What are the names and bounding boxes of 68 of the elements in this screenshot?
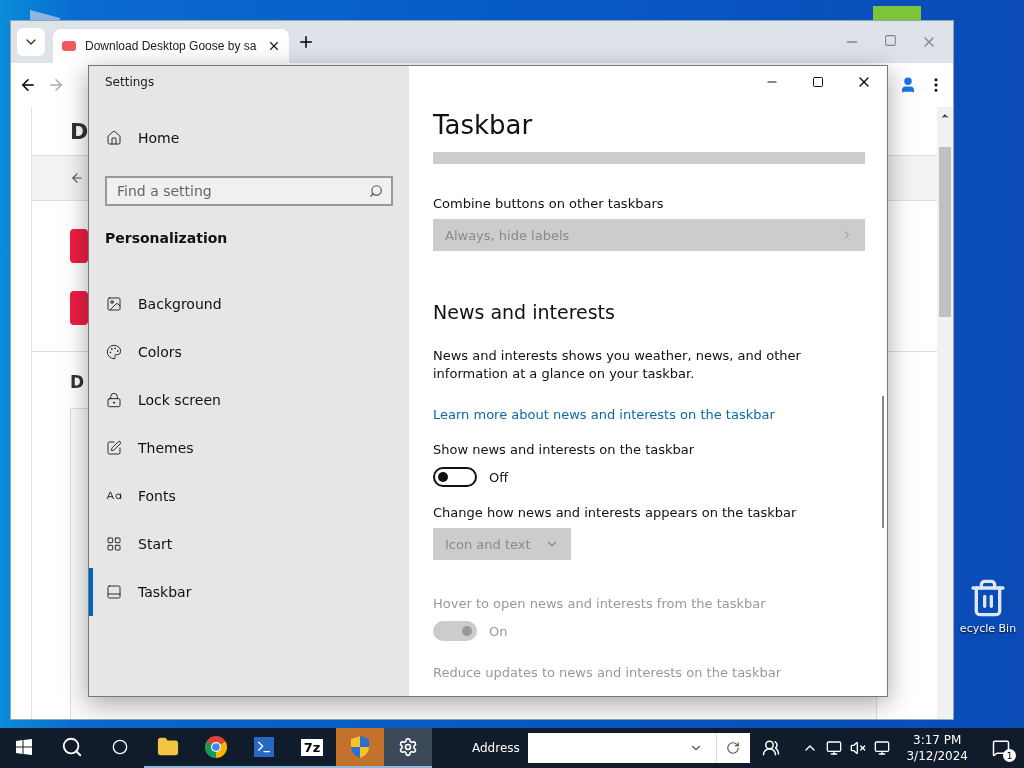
profile-icon[interactable] — [899, 76, 917, 94]
pen-icon — [106, 440, 122, 456]
home-item[interactable]: Home — [89, 114, 393, 162]
search-field[interactable]: Find a setting — [105, 176, 393, 206]
setting-label: Combine buttons on other taskbars — [433, 196, 665, 211]
section-heading: News and interests — [433, 301, 616, 323]
learn-more-link[interactable]: Learn more about news and interests on the taskbar — [433, 407, 775, 422]
scrollbar[interactable] — [882, 396, 884, 528]
settings-icon — [398, 737, 418, 757]
shield-icon — [349, 735, 371, 759]
page-heading: D — [70, 117, 89, 146]
palette-icon — [106, 344, 122, 360]
new-tab-icon[interactable] — [297, 33, 315, 51]
refresh-icon — [726, 741, 741, 755]
toggle-switch[interactable] — [433, 467, 477, 487]
scroll-thumb[interactable] — [939, 147, 951, 317]
setting-label: Reduce updates to news and interests on the taskbar — [433, 665, 782, 680]
sidebar-item[interactable]: Background — [89, 280, 393, 328]
page-title: Taskbar — [433, 110, 534, 142]
window-title: Settings — [105, 75, 156, 91]
description: News and interests shows you weather, news, and other information at a glance on your taskbar. — [433, 347, 802, 383]
grid-icon — [106, 536, 122, 552]
toggle-state: On — [489, 623, 508, 639]
back-icon[interactable] — [19, 76, 37, 94]
setting-label: Hover to open news and interests from the taskbar — [433, 596, 767, 611]
image-icon — [106, 296, 122, 312]
terminal-icon — [254, 737, 274, 757]
browser-tab[interactable]: Download Desktop Goose by sa — [53, 29, 289, 63]
close-icon[interactable] — [267, 39, 281, 53]
chrome-icon — [204, 735, 228, 759]
display-icon[interactable] — [874, 740, 891, 756]
sidebar-item[interactable]: Colors — [89, 328, 393, 376]
setting-label: Change how news and interests appears on the taskbar — [433, 505, 798, 520]
sidebar-item[interactable]: Lock screen — [89, 376, 393, 424]
back-icon[interactable] — [70, 171, 84, 185]
scroll-up-icon[interactable] — [940, 111, 950, 121]
circle-icon — [112, 739, 128, 755]
clock[interactable]: 3:17 PM 3/12/2024 — [898, 732, 976, 764]
section-heading: D — [70, 372, 85, 392]
sidebar-item[interactable]: Start — [89, 520, 393, 568]
tab-list-button[interactable] — [17, 28, 45, 56]
notification-badge: 1 — [1003, 749, 1016, 762]
search-icon — [61, 736, 83, 758]
refresh-button[interactable] — [715, 733, 750, 763]
taskbar-icon — [106, 584, 122, 600]
people-icon[interactable] — [762, 739, 781, 757]
sidebar-item[interactable]: Themes — [89, 424, 393, 472]
toggle-state: Off — [489, 469, 509, 485]
message-icon — [992, 739, 1010, 757]
volume-muted-icon[interactable] — [850, 740, 867, 756]
taskbar-button[interactable] — [384, 728, 432, 768]
address-field[interactable] — [527, 733, 676, 763]
section-title: Personalization — [105, 230, 229, 246]
setting-label: Show news and interests on the taskbar — [433, 442, 696, 457]
sidebar-item[interactable]: Fonts — [89, 472, 393, 520]
notifications-button[interactable]: 1 — [984, 732, 1018, 764]
home-icon — [106, 130, 122, 146]
desktop-icon-label[interactable]: ecycle Bin — [959, 622, 1017, 635]
windows-logo-icon — [16, 739, 32, 755]
search-icon — [369, 184, 383, 198]
folder-icon — [157, 736, 179, 758]
app-label: 7z — [300, 738, 324, 756]
scrollbar[interactable] — [937, 107, 953, 719]
network-icon[interactable] — [826, 740, 843, 756]
lock-icon — [106, 392, 122, 408]
address-label: Address — [472, 741, 520, 755]
sidebar-item[interactable]: Taskbar — [89, 568, 393, 616]
maximize-icon[interactable] — [812, 76, 824, 88]
